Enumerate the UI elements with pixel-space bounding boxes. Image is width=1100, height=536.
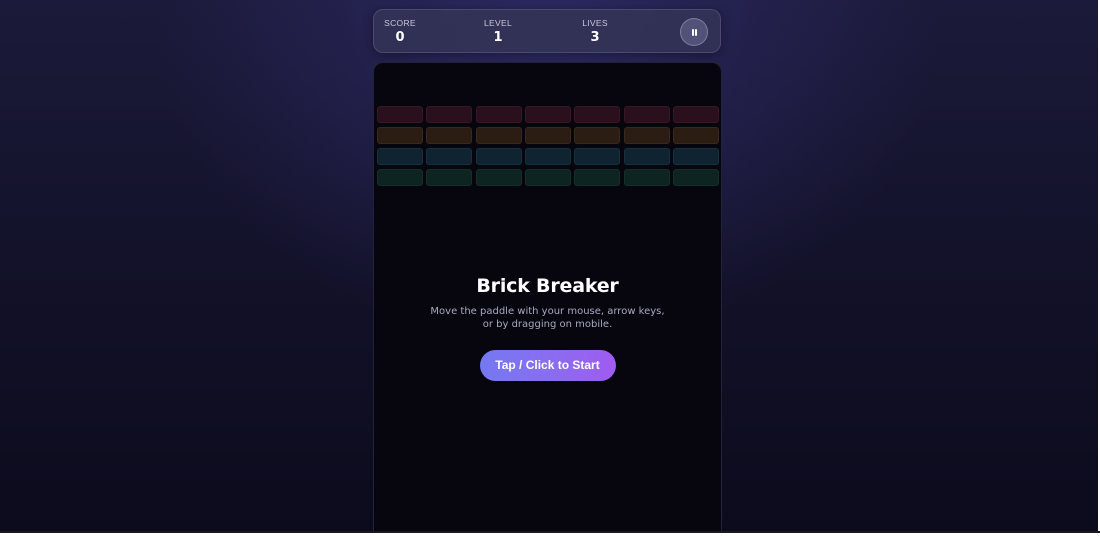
- brick: [624, 148, 670, 165]
- game-title: Brick Breaker: [476, 275, 619, 297]
- brick: [574, 148, 620, 165]
- brick: [476, 127, 522, 144]
- brick: [525, 127, 571, 144]
- pause-button[interactable]: [680, 18, 708, 46]
- brick: [426, 148, 472, 165]
- lives-label: LIVES: [582, 18, 608, 28]
- score-stat: SCORE 0: [370, 18, 430, 47]
- level-value: 1: [493, 30, 503, 45]
- brick: [673, 148, 719, 165]
- level-label: LEVEL: [484, 18, 512, 28]
- brick: [673, 127, 719, 144]
- brick: [574, 127, 620, 144]
- brick: [377, 169, 423, 186]
- brick: [525, 148, 571, 165]
- game-board[interactable]: Brick Breaker Move the paddle with your …: [373, 62, 722, 531]
- instructions-line-2: or by dragging on mobile.: [482, 319, 613, 330]
- brick: [574, 106, 620, 123]
- brick: [377, 148, 423, 165]
- brick: [377, 106, 423, 123]
- brick: [377, 127, 423, 144]
- start-button[interactable]: Tap / Click to Start: [479, 350, 616, 381]
- brick: [574, 169, 620, 186]
- start-overlay: Brick Breaker Move the paddle with your …: [374, 263, 721, 381]
- brick: [673, 106, 719, 123]
- game-viewport: SCORE 0 LEVEL 1 LIVES 3 Brick Breaker Mo…: [0, 0, 1100, 531]
- level-stat: LEVEL 1: [468, 18, 528, 47]
- brick: [525, 106, 571, 123]
- brick: [525, 169, 571, 186]
- instructions-text: Move the paddle with your mouse, arrow k…: [428, 305, 668, 331]
- hud-bar: SCORE 0 LEVEL 1 LIVES 3: [373, 9, 721, 53]
- brick: [476, 106, 522, 123]
- score-value: 0: [395, 30, 405, 45]
- brick: [624, 169, 670, 186]
- brick: [476, 148, 522, 165]
- brick: [624, 127, 670, 144]
- brick: [426, 169, 472, 186]
- score-label: SCORE: [384, 18, 416, 28]
- lives-stat: LIVES 3: [565, 18, 625, 47]
- brick: [426, 127, 472, 144]
- bottom-border: [0, 531, 1100, 533]
- brick: [673, 169, 719, 186]
- instructions-line-1: Move the paddle with your mouse, arrow k…: [430, 306, 665, 317]
- lives-value: 3: [590, 30, 600, 45]
- brick: [624, 106, 670, 123]
- brick: [476, 169, 522, 186]
- brick: [426, 106, 472, 123]
